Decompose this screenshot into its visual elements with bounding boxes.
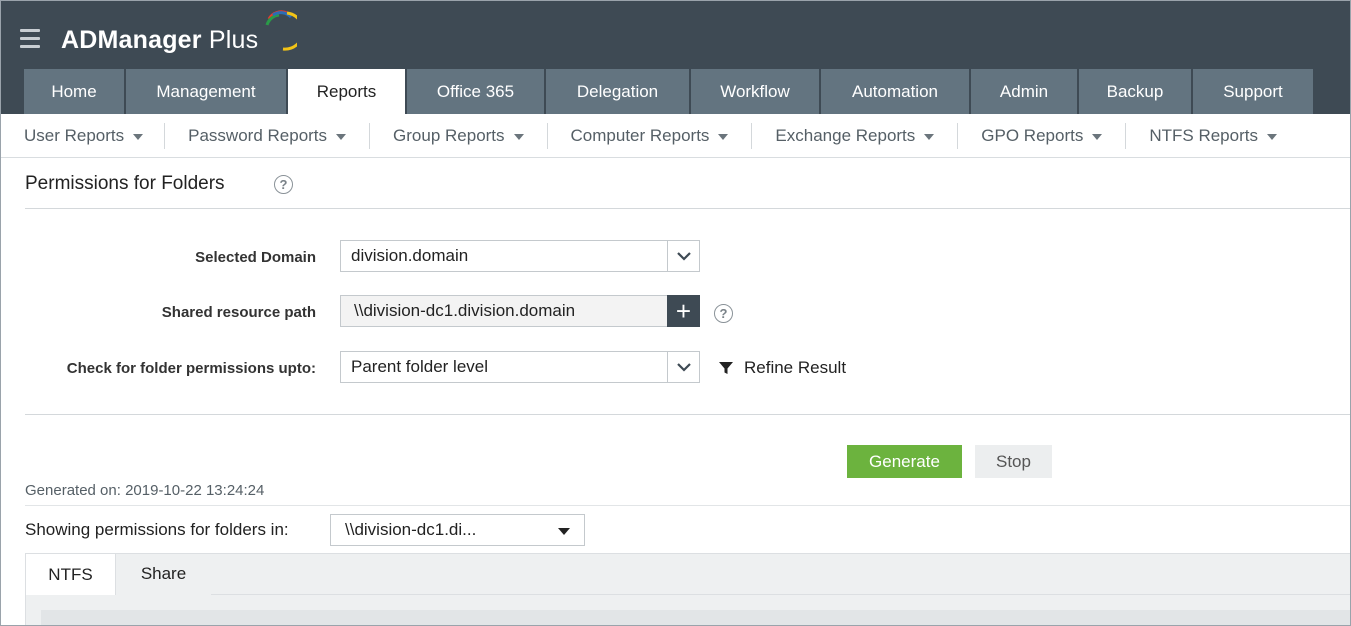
caret-down-icon	[1092, 133, 1103, 140]
chevron-down-icon	[667, 241, 699, 271]
tab-admin[interactable]: Admin	[971, 69, 1077, 114]
tab-workflow[interactable]: Workflow	[691, 69, 819, 114]
add-path-button[interactable]: +	[667, 295, 700, 327]
filter-icon	[719, 362, 733, 374]
title-divider	[25, 208, 1350, 209]
subnav-password-reports[interactable]: Password Reports	[188, 123, 347, 149]
tab-ntfs[interactable]: NTFS	[25, 553, 116, 595]
folder-level-select[interactable]: Parent folder level	[340, 351, 700, 383]
subnav-group-reports[interactable]: Group Reports	[393, 123, 524, 149]
main-tabs: Home Management Reports Office 365 Deleg…	[24, 69, 1315, 114]
subnav-divider	[1125, 122, 1127, 149]
logo-text: ADManager Plus	[61, 26, 259, 54]
shared-path-label: Shared resource path	[161, 304, 316, 321]
subnav-divider	[369, 122, 371, 149]
subnav-computer-reports[interactable]: Computer Reports	[571, 123, 729, 149]
tab-home[interactable]: Home	[24, 69, 124, 114]
subnav-divider	[751, 122, 753, 149]
caret-down-icon	[133, 133, 144, 140]
results-divider	[25, 505, 1350, 506]
selected-domain-label: Selected Domain	[195, 249, 316, 266]
tab-delegation[interactable]: Delegation	[546, 69, 689, 114]
results-toolbar	[41, 610, 1350, 625]
domain-select-value: division.domain	[351, 246, 469, 265]
admanager-logo[interactable]: ADManager Plus	[61, 9, 301, 61]
page-title: Permissions for Folders	[25, 173, 225, 194]
refine-result-link[interactable]: Refine Result	[718, 358, 846, 378]
tab-bar-divider	[211, 594, 1350, 595]
subnav-divider	[546, 122, 548, 149]
generate-button[interactable]: Generate	[847, 445, 962, 478]
caret-down-icon	[513, 133, 524, 140]
folder-path-value: \\division-dc1.di...	[345, 520, 477, 539]
tab-office-365[interactable]: Office 365	[407, 69, 544, 114]
hamburger-menu-icon[interactable]	[20, 29, 40, 49]
tab-management[interactable]: Management	[126, 69, 286, 114]
subnav-ntfs-reports[interactable]: NTFS Reports	[1149, 123, 1277, 149]
subnav-exchange-reports[interactable]: Exchange Reports	[775, 123, 935, 149]
logo-arc-icon	[265, 10, 297, 51]
stop-button[interactable]: Stop	[975, 445, 1052, 478]
tab-backup[interactable]: Backup	[1079, 69, 1191, 114]
chevron-down-icon	[667, 352, 699, 382]
tab-support[interactable]: Support	[1193, 69, 1313, 114]
subnav-divider	[164, 122, 166, 149]
tab-share[interactable]: Share	[116, 553, 211, 595]
form-divider	[25, 414, 1350, 415]
shared-path-input[interactable]: \\division-dc1.division.domain	[340, 295, 668, 327]
path-help-icon[interactable]: ?	[714, 304, 733, 323]
subnav-gpo-reports[interactable]: GPO Reports	[981, 123, 1103, 149]
folder-level-value: Parent folder level	[351, 357, 489, 376]
tab-automation[interactable]: Automation	[821, 69, 969, 114]
permission-tabs-panel: NTFS Share	[25, 553, 1350, 625]
help-icon[interactable]: ?	[274, 175, 293, 194]
refine-result-label: Refine Result	[744, 358, 847, 377]
tab-reports[interactable]: Reports	[288, 69, 405, 114]
subnav-user-reports[interactable]: User Reports	[24, 123, 144, 149]
caret-down-icon	[336, 133, 347, 140]
generated-on-text: Generated on: 2019-10-22 13:24:24	[25, 482, 265, 499]
showing-permissions-label: Showing permissions for folders in:	[25, 520, 289, 539]
reports-subnav: User Reports Password Reports Group Repo…	[1, 114, 1350, 158]
domain-select[interactable]: division.domain	[340, 240, 700, 272]
folder-level-label: Check for folder permissions upto:	[66, 360, 316, 377]
caret-down-icon	[924, 133, 935, 140]
caret-down-icon	[1266, 133, 1277, 140]
app-window: ADManager Plus Home Management Reports O…	[0, 0, 1351, 626]
folder-path-select[interactable]: \\division-dc1.di...	[330, 514, 585, 546]
caret-down-icon	[718, 133, 729, 140]
subnav-divider	[957, 122, 959, 149]
top-header: ADManager Plus Home Management Reports O…	[1, 1, 1350, 114]
caret-down-icon	[558, 528, 570, 535]
